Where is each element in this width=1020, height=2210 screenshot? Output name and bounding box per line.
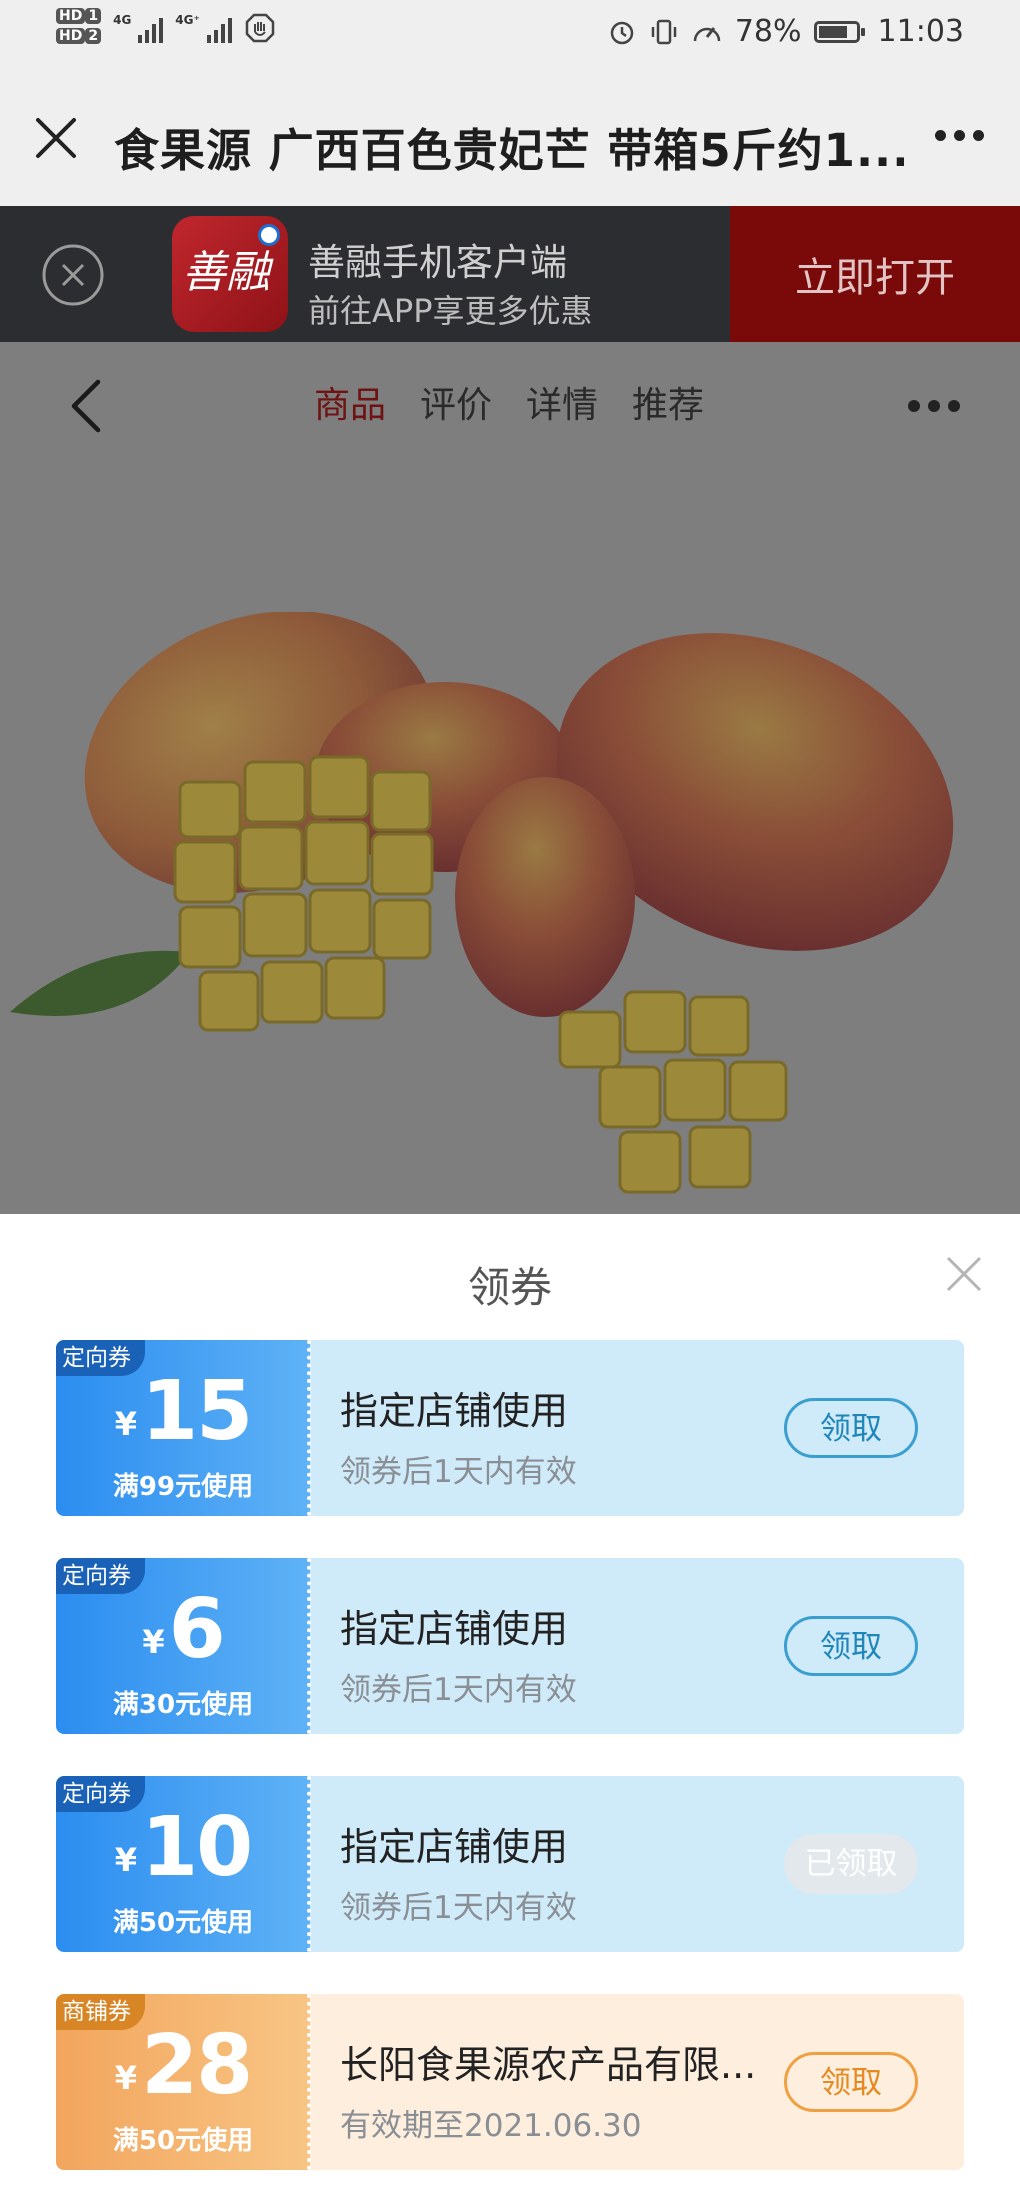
open-app-button[interactable]: 立即打开 [730, 206, 1020, 342]
coupon-body: 指定店铺使用 领券后1天内有效 领取 [307, 1340, 964, 1516]
hd-indicator: HD 1 HD 2 [56, 8, 102, 48]
coupon-card: 定向券 ¥6 满30元使用 指定店铺使用 领券后1天内有效 领取 [56, 1558, 964, 1734]
coupon-condition: 满50元使用 [112, 1908, 254, 1938]
back-arrow-icon[interactable] [66, 378, 106, 434]
coupon-stub: 商铺券 ¥28 满50元使用 [56, 1994, 310, 2170]
page-title: 食果源 广西百色贵妃芒 带箱5斤约1... [114, 124, 904, 177]
tab-reviews[interactable]: 评价 [420, 376, 492, 428]
app-logo: 善融 [172, 216, 288, 332]
amount-value: 10 [141, 1800, 253, 1895]
amount-value: 6 [168, 1582, 226, 1677]
signal-icon-2: 4G⁺ [175, 13, 232, 43]
status-left: HD 1 HD 2 4G 4G⁺ [56, 8, 276, 48]
claim-button[interactable]: 领取 [784, 2052, 918, 2112]
coupon-body: 指定店铺使用 领券后1天内有效 领取 [307, 1558, 964, 1734]
product-gallery: 商品 评价 详情 推荐 [0, 342, 1020, 1214]
product-tabs: 商品 评价 详情 推荐 [314, 376, 704, 428]
coupon-amount: ¥10 [56, 1800, 310, 1895]
close-circle-icon[interactable] [40, 242, 106, 308]
coupon-body: 长阳食果源农产品有限... 有效期至2021.06.30 领取 [307, 1994, 964, 2170]
coupon-condition: 满99元使用 [112, 1472, 254, 1502]
speed-gauge-icon [693, 26, 721, 41]
status-right: 78% 11:03 [607, 14, 964, 49]
status-bar: HD 1 HD 2 4G 4G⁺ 78% 11:03 [0, 0, 1020, 68]
currency-symbol: ¥ [114, 2059, 138, 2097]
coupon-stub: 定向券 ¥6 满30元使用 [56, 1558, 310, 1734]
currency-symbol: ¥ [114, 1405, 138, 1443]
coupon-validity: 有效期至2021.06.30 [340, 2108, 642, 2144]
coupon-stub: 定向券 ¥15 满99元使用 [56, 1340, 310, 1516]
coupon-card: 定向券 ¥15 满99元使用 指定店铺使用 领券后1天内有效 领取 [56, 1340, 964, 1516]
alarm-icon [610, 21, 634, 44]
coupon-title: 指定店铺使用 [340, 1389, 569, 1433]
coupon-validity: 领券后1天内有效 [340, 1672, 577, 1708]
tab-details[interactable]: 详情 [526, 376, 598, 428]
network-type-1: 4G [113, 13, 132, 27]
hd1-label: HD [56, 8, 86, 24]
coupon-body: 指定店铺使用 领券后1天内有效 已领取 [307, 1776, 964, 1952]
coupon-title: 指定店铺使用 [340, 1607, 569, 1651]
app-logo-text: 善融 [182, 247, 270, 298]
sheet-title: 领券 [467, 1263, 552, 1312]
promo-title: 善融手机客户端 [308, 241, 567, 284]
currency-symbol: ¥ [114, 1841, 138, 1879]
battery-icon [813, 20, 865, 43]
network-type-2: 4G⁺ [175, 13, 200, 27]
product-nav: 商品 评价 详情 推荐 [0, 342, 1020, 466]
coupon-validity: 领券后1天内有效 [340, 1890, 577, 1926]
more-options-icon[interactable] [908, 400, 960, 412]
amount-value: 15 [141, 1364, 253, 1459]
logo-badge-icon [258, 224, 280, 246]
coupon-validity: 领券后1天内有效 [340, 1454, 577, 1490]
coupon-title: 指定店铺使用 [340, 1825, 569, 1869]
hand-icon [245, 13, 275, 43]
hd1-sub-label: 1 [85, 8, 102, 24]
coupon-sheet: 领券 定向券 ¥15 满99元使用 指定店铺使用 领券后1天内有效 领取 定向券… [0, 1214, 1020, 2210]
coupon-amount: ¥6 [56, 1582, 310, 1677]
coupon-condition: 满30元使用 [112, 1690, 254, 1720]
title-bar: 食果源 广西百色贵妃芒 带箱5斤约1... [0, 68, 1020, 206]
coupon-stub: 定向券 ¥10 满50元使用 [56, 1776, 310, 1952]
signal-icon-1: 4G [113, 13, 164, 43]
coupon-condition: 满50元使用 [112, 2126, 254, 2156]
more-menu-icon[interactable] [935, 130, 984, 141]
clock-time: 11:03 [877, 14, 964, 49]
coupon-amount: ¥15 [56, 1364, 310, 1459]
vibrate-icon [651, 19, 677, 44]
amount-value: 28 [141, 2018, 253, 2113]
claim-button[interactable]: 领取 [784, 1616, 918, 1676]
claimed-badge: 已领取 [784, 1834, 918, 1894]
battery-percent: 78% [734, 14, 802, 49]
coupon-amount: ¥28 [56, 2018, 310, 2113]
coupon-card: 定向券 ¥10 满50元使用 指定店铺使用 领券后1天内有效 已领取 [56, 1776, 964, 1952]
product-image [10, 612, 954, 1194]
coupon-title: 长阳食果源农产品有限... [340, 2043, 757, 2087]
promo-subtitle: 前往APP享更多优惠 [308, 292, 593, 330]
hd2-label: HD [56, 28, 86, 44]
hd2-sub-label: 2 [85, 28, 102, 44]
coupon-card: 商铺券 ¥28 满50元使用 长阳食果源农产品有限... 有效期至2021.06… [56, 1994, 964, 2170]
currency-symbol: ¥ [142, 1623, 165, 1661]
tab-product[interactable]: 商品 [314, 376, 386, 428]
close-icon[interactable] [34, 116, 78, 160]
sheet-close-icon[interactable] [944, 1254, 984, 1294]
tab-recommend[interactable]: 推荐 [632, 376, 704, 428]
claim-button[interactable]: 领取 [784, 1398, 918, 1458]
app-promo-banner: 善融 善融手机客户端 前往APP享更多优惠 立即打开 [0, 206, 1020, 342]
